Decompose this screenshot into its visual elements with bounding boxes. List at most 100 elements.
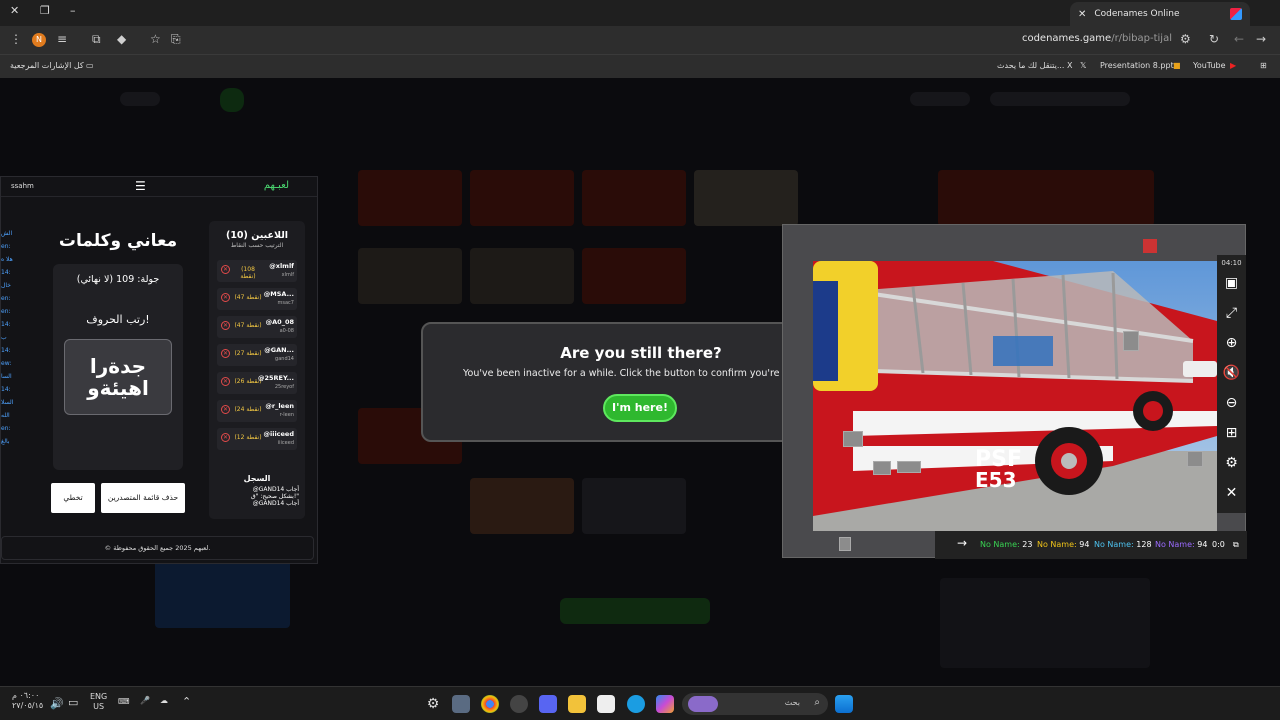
round-label: جولة: 109 (لا نهائي) <box>76 274 160 285</box>
tab-codenames[interactable]: ✕ Codenames Online <box>1070 2 1250 26</box>
arrange-pieces-icon[interactable]: ⊞ <box>1217 425 1246 441</box>
puzzle-piece[interactable] <box>1123 331 1139 351</box>
player-row[interactable]: ✕ (108 نقطة) @xlmlf xlmlf <box>217 260 297 282</box>
piece-counter: 0:0 <box>1212 540 1225 549</box>
back-icon[interactable]: → <box>1256 32 1266 46</box>
chat-fragment: 14: <box>1 269 11 276</box>
player-handle: a0-08 <box>279 328 294 334</box>
app-icon[interactable] <box>510 695 528 713</box>
hamburger-menu-icon[interactable]: ☰ <box>135 179 146 193</box>
skip-button[interactable]: تخطي <box>51 483 95 513</box>
forward-icon[interactable]: ← <box>1234 32 1244 46</box>
address-bar[interactable]: codenames.game/r/bibap-tijal <box>1022 33 1172 44</box>
player-handle: 25reyof <box>274 384 294 390</box>
player-row[interactable]: ✕ (24 نقطة) @r_leen r-leen <box>217 400 297 422</box>
player-handle: msac7 <box>277 300 294 306</box>
clock[interactable]: ٠٦:٠٠ م ٢٧/٠٥/١٥ <box>12 691 43 711</box>
apps-grid-icon[interactable]: ⊞ <box>1260 61 1267 70</box>
reading-list-icon[interactable]: ≡ <box>57 32 67 46</box>
puzzle-piece[interactable] <box>839 537 851 551</box>
image-preview-icon[interactable]: ▣ <box>1217 275 1246 291</box>
remove-player-icon[interactable]: ✕ <box>221 405 230 414</box>
close-window-icon[interactable]: ✕ <box>10 4 19 17</box>
keyboard-icon[interactable]: ⌨ <box>118 697 130 706</box>
store-icon[interactable] <box>597 695 615 713</box>
chrome-icon[interactable] <box>481 695 499 713</box>
discord-icon[interactable] <box>539 695 557 713</box>
im-here-button[interactable]: I'm here! <box>603 394 677 422</box>
file-explorer-icon[interactable] <box>568 695 586 713</box>
puzzle-piece[interactable] <box>843 431 863 447</box>
puzzle-piece[interactable] <box>1143 239 1157 253</box>
ghost-card <box>358 248 462 304</box>
region-code: US <box>93 702 105 711</box>
volume-icon[interactable]: 🔊 <box>50 697 64 710</box>
fire-truck-photo[interactable]: PSF E53 <box>813 261 1217 531</box>
remove-player-icon[interactable]: ✕ <box>221 433 230 442</box>
remove-player-icon[interactable]: ✕ <box>221 349 230 358</box>
close-tab-icon[interactable]: ✕ <box>1078 9 1086 20</box>
bookmark-youtube[interactable]: YouTube <box>1193 61 1226 70</box>
score-value: 94 <box>1079 540 1090 549</box>
mute-icon[interactable]: 🔇 <box>1217 365 1246 381</box>
diamond-extension-icon[interactable]: ◆ <box>117 32 126 46</box>
bookmark-pptx[interactable]: Presentation 8.pptx <box>1100 61 1178 70</box>
player-row[interactable]: ✕ (12 نقطة) @iiiceed iiiceed <box>217 428 297 450</box>
username[interactable]: ssahm <box>11 182 34 190</box>
start-windows-icon[interactable] <box>835 695 853 713</box>
ghost-card <box>470 248 574 304</box>
search-placeholder: بحث <box>784 698 800 707</box>
restore-window-icon[interactable]: ❐ <box>40 4 50 17</box>
settings-gear-icon[interactable]: ⚙ <box>1217 455 1246 471</box>
player-row[interactable]: ✕ (47 نقطة) @A0_08 a0-08 <box>217 316 297 338</box>
reload-icon[interactable]: ↻ <box>1209 32 1219 46</box>
minimize-window-icon[interactable]: – <box>70 4 76 17</box>
steam-icon[interactable]: ⚙ <box>424 695 442 713</box>
player-name: @25REY... <box>257 374 294 382</box>
score-label: No Name: <box>1094 540 1134 549</box>
taskbar-search[interactable]: بحث ⌕ <box>682 693 828 715</box>
player-name: @iiiceed <box>263 430 294 438</box>
onedrive-icon[interactable]: ☁ <box>160 696 168 705</box>
puzzle-piece[interactable] <box>897 461 921 473</box>
bookmark-x[interactable]: يتنقل لك ما يحدث... X <box>997 61 1072 70</box>
delete-leaderboard-button[interactable]: حذف قائمة المتصدرين <box>101 483 185 513</box>
modal-message: You've been inactive for a while. Click … <box>463 368 809 379</box>
scrambled-letters: جدةرا اهيئةو <box>64 339 172 415</box>
fullscreen-icon[interactable]: ⤢ <box>1217 305 1246 321</box>
search-highlight-icon <box>688 696 718 712</box>
extensions-icon[interactable]: ⧉ <box>92 32 101 47</box>
show-hidden-icons-icon[interactable]: ⌃ <box>182 695 191 708</box>
bookmark-star-icon[interactable]: ☆ <box>150 32 161 46</box>
more-menu-icon[interactable]: ⋮ <box>10 32 22 46</box>
microphone-icon[interactable]: 🎤 <box>140 696 150 705</box>
site-logo[interactable]: لعبـهم <box>264 180 289 191</box>
puzzle-piece[interactable] <box>1187 451 1203 467</box>
chat-fragment: السا <box>1 373 12 380</box>
site-settings-icon[interactable]: ⚙ <box>1180 32 1191 46</box>
tab-favicon-icon <box>1230 8 1242 20</box>
remove-player-icon[interactable]: ✕ <box>221 265 230 274</box>
zoom-out-icon[interactable]: ⊖ <box>1217 395 1246 411</box>
bookmark-all[interactable]: كل الإشارات المرجعية <box>10 61 84 70</box>
remove-player-icon[interactable]: ✕ <box>221 293 230 302</box>
network-icon[interactable]: ▭ <box>68 696 78 709</box>
player-name: @xlmlf <box>269 262 294 270</box>
panel-footer: © لعبهم 2025 جميع الحقوق محفوظة. <box>1 536 314 560</box>
player-row[interactable]: ✕ (27 نقطة) @GAN... gand14 <box>217 344 297 366</box>
remove-player-icon[interactable]: ✕ <box>221 377 230 386</box>
player-row[interactable]: ✕ (26 نقطة) @25REY... 25reyof <box>217 372 297 394</box>
edge-icon[interactable] <box>627 695 645 713</box>
arrow-right-icon[interactable]: → <box>957 536 967 550</box>
remove-player-icon[interactable]: ✕ <box>221 321 230 330</box>
copilot-icon[interactable] <box>656 695 674 713</box>
zoom-in-icon[interactable]: ⊕ <box>1217 335 1246 351</box>
score-value: 94 <box>1197 540 1208 549</box>
share-icon[interactable]: ⎘ <box>171 32 181 47</box>
language-indicator[interactable]: ENG US <box>90 692 107 712</box>
player-row[interactable]: ✕ (47 نقطة) @MSA... msac7 <box>217 288 297 310</box>
close-puzzle-icon[interactable]: ✕ <box>1217 485 1246 501</box>
puzzle-piece[interactable] <box>873 461 891 475</box>
settings-app-icon[interactable] <box>452 695 470 713</box>
profile-avatar[interactable]: N <box>32 33 46 47</box>
